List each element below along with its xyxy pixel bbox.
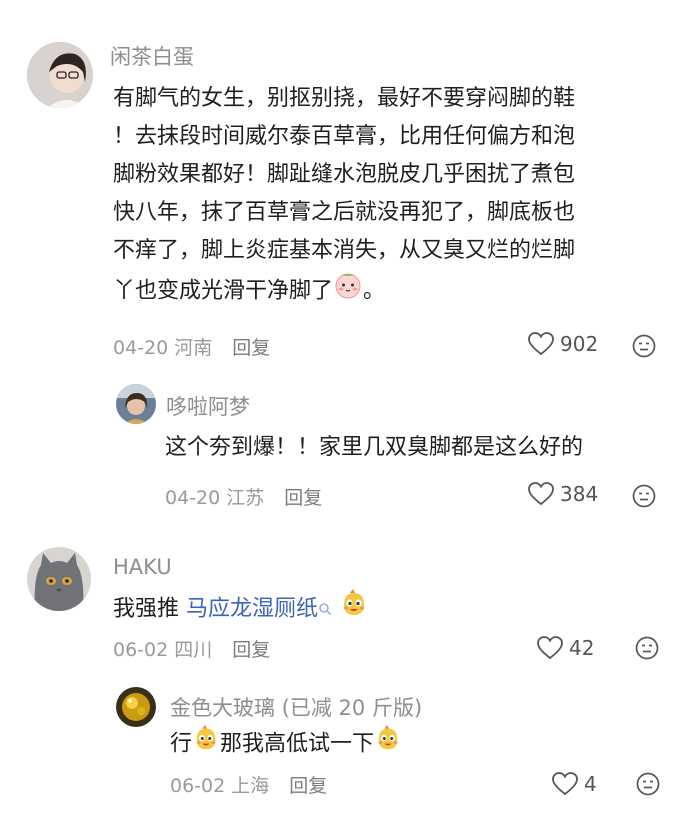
comment-text: 这个夯到爆！！家里几双臭脚都是这么好的 [165, 435, 584, 460]
comment-date-location: 04-20 江苏 [165, 487, 265, 509]
like-button[interactable]: 384 [528, 482, 598, 506]
dislike-face-icon [632, 484, 656, 508]
like-button[interactable]: 4 [552, 772, 597, 796]
comment-line: 有脚气的女生，别抠别挠，最好不要穿闷脚的鞋 [113, 86, 576, 111]
comment-text-part: 行 [170, 731, 193, 757]
mascot-emoji [374, 724, 402, 765]
like-count: 4 [584, 772, 597, 796]
avatar-photo-icon [116, 384, 156, 424]
reply-button[interactable]: 回复 [232, 337, 270, 359]
avatar[interactable] [116, 687, 156, 727]
avatar-photo-icon [27, 547, 91, 611]
comment-line-text: 丫也变成光滑干净脚了 [113, 278, 334, 304]
avatar-photo-icon [27, 42, 93, 108]
like-count: 902 [560, 332, 599, 356]
comment-username[interactable]: HAKU [113, 555, 172, 579]
comment-username[interactable]: 哆啦阿梦 [166, 391, 250, 421]
comment-meta: 06-02 四川 回复 [113, 635, 270, 662]
dislike-face-icon [632, 334, 656, 358]
avatar-photo-icon [116, 687, 156, 727]
comment-text: 我强推 马应龙湿厕纸 [113, 588, 369, 631]
comment-date-location: 06-02 四川 [113, 639, 213, 661]
comment-line: ！去抹段时间威尔泰百草膏，比用任何偏方和泡 [113, 124, 576, 149]
avatar[interactable] [27, 42, 93, 108]
like-button[interactable]: 902 [528, 332, 598, 356]
dislike-button[interactable] [636, 772, 660, 800]
blush-emoji [333, 270, 363, 313]
comment-line: 不痒了，脚上炎症基本消失，从又臭又烂的烂脚 [113, 238, 576, 263]
comment-text-prefix: 我强推 [113, 596, 180, 622]
heart-icon [552, 772, 578, 796]
comment-text-part: 那我高低试一下 [220, 731, 375, 757]
comment-text: 行 那我高低试一下 [170, 724, 402, 765]
comment-username[interactable]: 金色大玻璃 (已减 20 斤版) [170, 692, 422, 722]
comment-line: 脚粉效果都好！脚趾缝水泡脱皮几乎困扰了煮包 [113, 162, 576, 187]
comment-meta: 04-20 江苏 回复 [165, 483, 322, 510]
comment-text: 有脚气的女生，别抠别挠，最好不要穿闷脚的鞋 ！去抹段时间威尔泰百草膏，比用任何偏… [113, 80, 673, 313]
dislike-button[interactable] [632, 484, 656, 512]
comment-date-location: 06-02 上海 [170, 775, 270, 797]
mascot-emoji [192, 724, 220, 765]
comment-username[interactable]: 闲茶白蛋 [110, 41, 194, 71]
comment-line-end: 。 [363, 278, 386, 304]
comment-meta: 04-20 河南 回复 [113, 333, 270, 360]
like-count: 384 [560, 482, 599, 506]
like-count: 42 [569, 636, 595, 660]
avatar[interactable] [27, 547, 91, 611]
mascot-emoji [339, 588, 369, 631]
dislike-button[interactable] [635, 636, 659, 664]
comment-line: 丫也变成光滑干净脚了 。 [113, 270, 673, 313]
dislike-face-icon [636, 772, 660, 796]
heart-icon [528, 332, 554, 356]
comment-date-location: 04-20 河南 [113, 337, 213, 359]
comment-line: 快八年，抹了百草膏之后就没再犯了，脚底板也 [113, 200, 576, 225]
heart-icon [528, 482, 554, 506]
like-button[interactable]: 42 [537, 636, 594, 660]
heart-icon [537, 636, 563, 660]
reply-button[interactable]: 回复 [232, 639, 270, 661]
reply-button[interactable]: 回复 [284, 487, 322, 509]
keyword-link[interactable]: 马应龙湿厕纸 [186, 597, 318, 622]
dislike-face-icon [635, 636, 659, 660]
comment-meta: 06-02 上海 回复 [170, 771, 327, 798]
dislike-button[interactable] [632, 334, 656, 362]
avatar[interactable] [116, 384, 156, 424]
search-icon [318, 591, 332, 629]
reply-button[interactable]: 回复 [289, 775, 327, 797]
